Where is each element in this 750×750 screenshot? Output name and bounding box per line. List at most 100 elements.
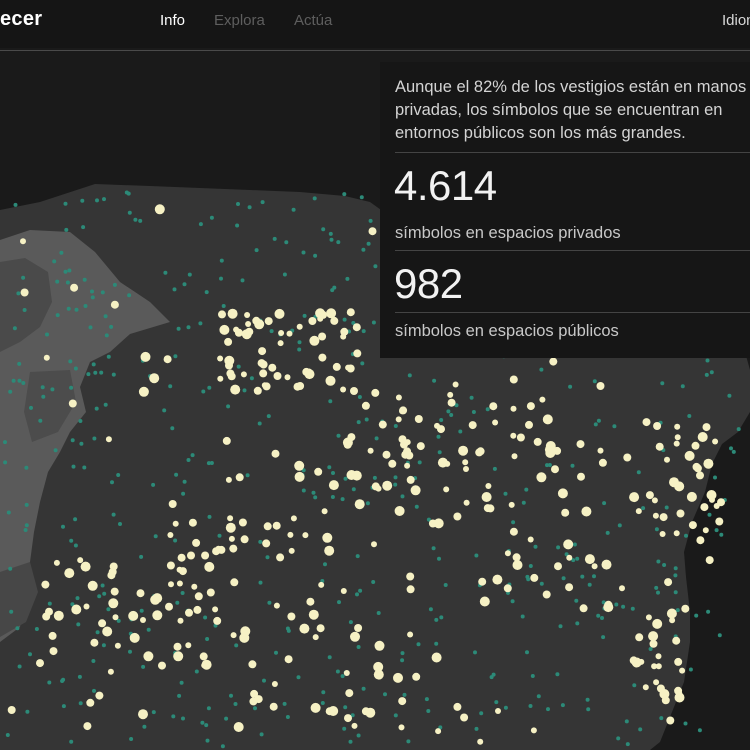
public-symbol-dot[interactable] [635,633,644,642]
public-symbol-dot[interactable] [468,421,477,430]
private-symbol-dot[interactable] [330,495,335,499]
public-symbol-dot[interactable] [561,510,568,517]
public-symbol-dot[interactable] [674,657,683,666]
public-symbol-dot[interactable] [525,420,533,429]
private-symbol-dot[interactable] [205,637,210,641]
private-symbol-dot[interactable] [330,288,335,293]
public-symbol-dot[interactable] [674,481,685,492]
public-symbol-dot[interactable] [328,706,339,716]
public-symbol-dot[interactable] [250,689,259,698]
public-symbol-dot[interactable] [406,585,415,594]
private-symbol-dot[interactable] [63,269,68,274]
public-symbol-dot[interactable] [674,434,681,441]
private-symbol-dot[interactable] [25,709,30,714]
public-symbol-dot[interactable] [511,453,518,460]
public-symbol-dot[interactable] [112,614,119,621]
public-symbol-dot[interactable] [672,636,681,645]
public-symbol-dot[interactable] [167,532,174,538]
private-symbol-dot[interactable] [521,500,526,505]
public-symbol-dot[interactable] [314,467,323,476]
private-symbol-dot[interactable] [561,576,566,581]
public-symbol-dot[interactable] [458,445,469,456]
public-symbol-dot[interactable] [45,607,53,616]
private-symbol-dot[interactable] [575,621,580,626]
public-symbol-dot[interactable] [530,727,537,734]
private-symbol-dot[interactable] [205,738,210,743]
private-symbol-dot[interactable] [60,679,65,683]
private-symbol-dot[interactable] [29,405,33,410]
public-symbol-dot[interactable] [318,581,325,588]
private-symbol-dot[interactable] [673,566,678,571]
private-symbol-dot[interactable] [683,721,688,726]
public-symbol-dot[interactable] [332,362,341,371]
private-symbol-dot[interactable] [705,358,710,363]
public-symbol-dot[interactable] [108,598,119,609]
public-symbol-dot[interactable] [435,728,442,735]
public-symbol-dot[interactable] [691,441,700,450]
private-symbol-dot[interactable] [257,421,262,426]
public-symbol-dot[interactable] [271,681,278,687]
public-symbol-dot[interactable] [227,515,234,522]
public-symbol-dot[interactable] [276,553,285,562]
public-symbol-dot[interactable] [238,518,247,527]
public-symbol-dot[interactable] [652,512,659,519]
public-symbol-dot[interactable] [486,504,495,513]
public-symbol-dot[interactable] [83,603,90,610]
public-symbol-dot[interactable] [371,388,380,397]
public-symbol-dot[interactable] [388,459,397,468]
private-symbol-dot[interactable] [694,613,699,618]
private-symbol-dot[interactable] [402,692,407,697]
public-symbol-dot[interactable] [173,651,184,662]
public-symbol-dot[interactable] [516,433,525,442]
private-symbol-dot[interactable] [24,523,29,528]
private-symbol-dot[interactable] [106,607,111,612]
public-symbol-dot[interactable] [702,527,709,534]
public-symbol-dot[interactable] [294,471,305,482]
private-symbol-dot[interactable] [133,217,138,222]
public-symbol-dot[interactable] [284,655,293,664]
private-symbol-dot[interactable] [437,450,442,455]
private-symbol-dot[interactable] [479,711,484,716]
private-symbol-dot[interactable] [201,389,206,394]
private-symbol-dot[interactable] [707,512,712,517]
private-symbol-dot[interactable] [407,373,412,378]
public-symbol-dot[interactable] [352,323,361,332]
public-symbol-dot[interactable] [235,473,244,482]
private-symbol-dot[interactable] [416,642,421,647]
private-symbol-dot[interactable] [64,227,69,232]
private-symbol-dot[interactable] [393,713,398,718]
private-symbol-dot[interactable] [47,601,52,606]
private-symbol-dot[interactable] [221,304,226,308]
private-symbol-dot[interactable] [301,250,306,255]
public-symbol-dot[interactable] [114,642,121,649]
private-symbol-dot[interactable] [641,506,646,511]
public-symbol-dot[interactable] [244,312,251,318]
public-symbol-dot[interactable] [287,531,294,538]
private-symbol-dot[interactable] [8,566,13,571]
private-symbol-dot[interactable] [625,742,630,747]
public-symbol-dot[interactable] [233,722,244,732]
private-symbol-dot[interactable] [355,554,360,559]
private-symbol-dot[interactable] [393,475,398,480]
private-symbol-dot[interactable] [359,195,364,200]
public-symbol-dot[interactable] [398,697,407,706]
public-symbol-dot[interactable] [293,382,302,391]
private-symbol-dot[interactable] [343,476,348,481]
private-symbol-dot[interactable] [63,201,68,206]
public-symbol-dot[interactable] [642,684,649,691]
public-symbol-dot[interactable] [277,340,284,347]
private-symbol-dot[interactable] [660,381,665,386]
public-symbol-dot[interactable] [542,414,553,425]
private-symbol-dot[interactable] [116,473,121,477]
private-symbol-dot[interactable] [356,645,361,649]
private-symbol-dot[interactable] [449,413,454,417]
public-symbol-dot[interactable] [346,364,355,373]
public-symbol-dot[interactable] [399,408,406,415]
public-symbol-dot[interactable] [346,308,355,317]
public-symbol-dot[interactable] [212,547,221,556]
private-symbol-dot[interactable] [73,543,78,548]
private-symbol-dot[interactable] [17,378,22,383]
private-symbol-dot[interactable] [204,290,209,295]
private-symbol-dot[interactable] [70,438,75,443]
private-symbol-dot[interactable] [393,424,398,428]
